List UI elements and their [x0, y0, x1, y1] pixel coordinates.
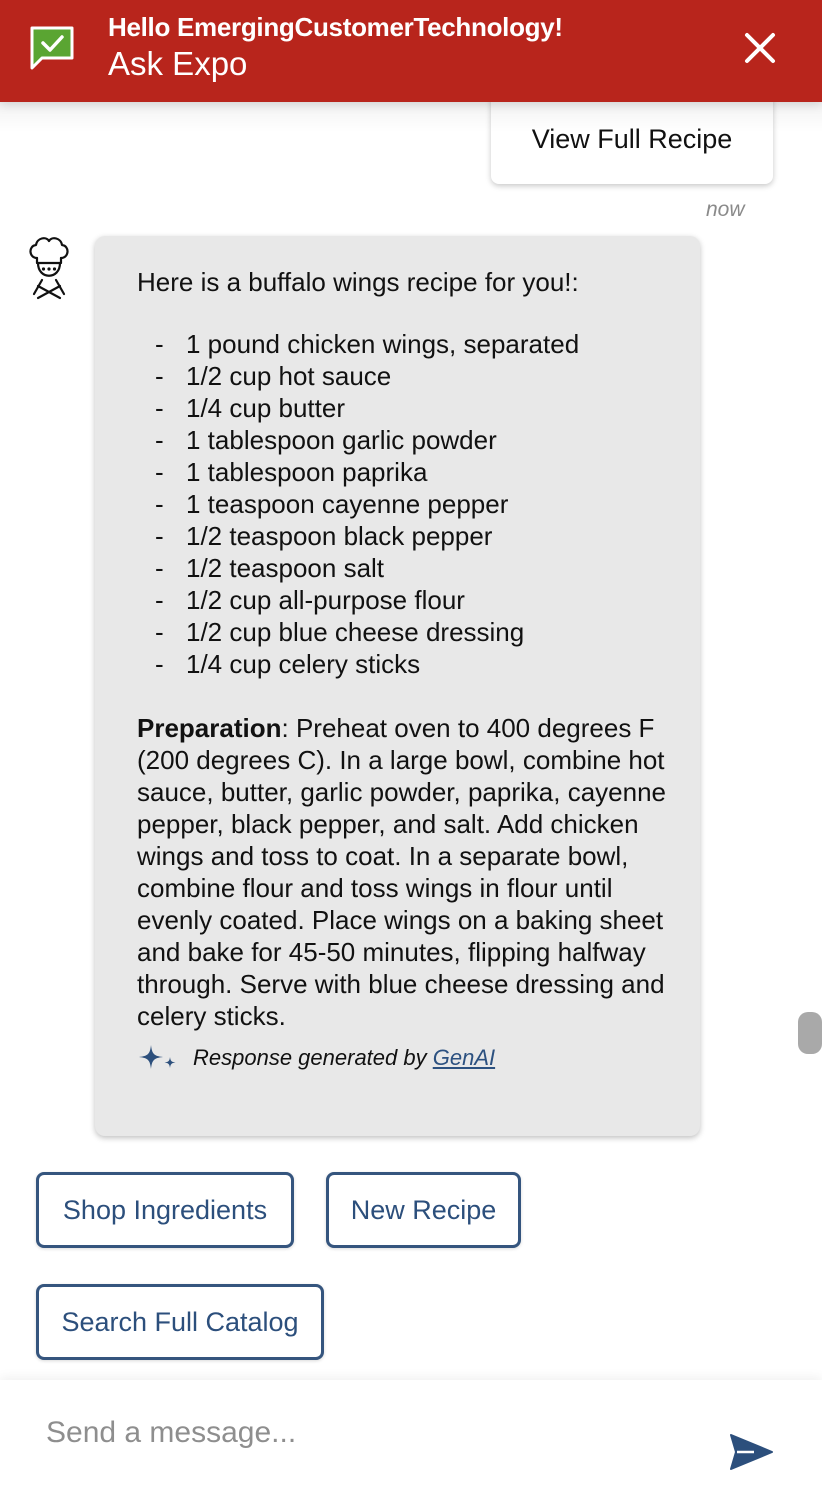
genai-link[interactable]: GenAI	[433, 1045, 495, 1071]
scroll-shadow	[0, 102, 822, 132]
ingredient-item: -1 teaspoon cayenne pepper	[155, 489, 509, 519]
ingredient-item: -1/2 teaspoon salt	[155, 553, 385, 583]
ingredient-item: -1/2 cup hot sauce	[155, 361, 392, 391]
header-greeting: Hello EmergingCustomerTechnology!	[108, 12, 563, 42]
preparation-text: Preparation: Preheat oven to 400 degrees…	[137, 713, 666, 1031]
bot-message-bubble: Here is a buffalo wings recipe for you!:…	[95, 236, 700, 1136]
list-bullet: -	[155, 585, 164, 615]
new-recipe-button[interactable]: New Recipe	[326, 1172, 521, 1248]
genai-label: Response generated by	[193, 1045, 433, 1070]
list-bullet: -	[155, 457, 164, 487]
ingredient-item: -1/2 cup all-purpose flour	[155, 585, 465, 615]
ingredient-item: -1 tablespoon garlic powder	[155, 425, 497, 455]
shop-ingredients-button[interactable]: Shop Ingredients	[36, 1172, 294, 1248]
chat-header: Hello EmergingCustomerTechnology! Ask Ex…	[0, 0, 822, 102]
list-bullet: -	[155, 553, 164, 583]
list-bullet: -	[155, 617, 164, 647]
chat-check-icon	[30, 26, 74, 70]
sparkle-icon	[139, 1045, 176, 1069]
list-bullet: -	[155, 425, 164, 455]
list-bullet: -	[155, 393, 164, 423]
search-full-catalog-button[interactable]: Search Full Catalog	[36, 1284, 324, 1360]
list-bullet: -	[155, 329, 164, 359]
chef-icon	[29, 237, 69, 300]
list-bullet: -	[155, 489, 164, 519]
list-bullet: -	[155, 521, 164, 551]
message-composer	[0, 1380, 822, 1498]
preparation-label: Preparation	[137, 713, 282, 743]
header-title: Ask Expo	[108, 45, 248, 82]
send-icon[interactable]	[728, 1432, 774, 1472]
genai-disclaimer: Response generated by GenAI	[137, 1040, 700, 1076]
recipe-intro: Here is a buffalo wings recipe for you!:	[137, 267, 579, 297]
ingredient-item: -1/2 cup blue cheese dressing	[155, 617, 525, 647]
close-icon[interactable]	[740, 28, 780, 68]
message-input[interactable]	[44, 1408, 688, 1458]
ingredient-item: -1/2 teaspoon black pepper	[155, 521, 493, 551]
ingredient-item: -1 pound chicken wings, separated	[155, 329, 580, 359]
ingredient-item: -1/4 cup butter	[155, 393, 345, 423]
message-timestamp: now	[706, 198, 745, 221]
scrollbar-thumb[interactable]	[798, 1012, 822, 1054]
ingredient-item: -1/4 cup celery sticks	[155, 649, 421, 679]
list-bullet: -	[155, 649, 164, 679]
ingredient-list: -1 pound chicken wings, separated -1/2 c…	[137, 328, 700, 680]
list-bullet: -	[155, 361, 164, 391]
ingredient-item: -1 tablespoon paprika	[155, 457, 428, 487]
chat-transcript[interactable]: View Full Recipe now Here is a buffalo w…	[0, 102, 822, 1380]
